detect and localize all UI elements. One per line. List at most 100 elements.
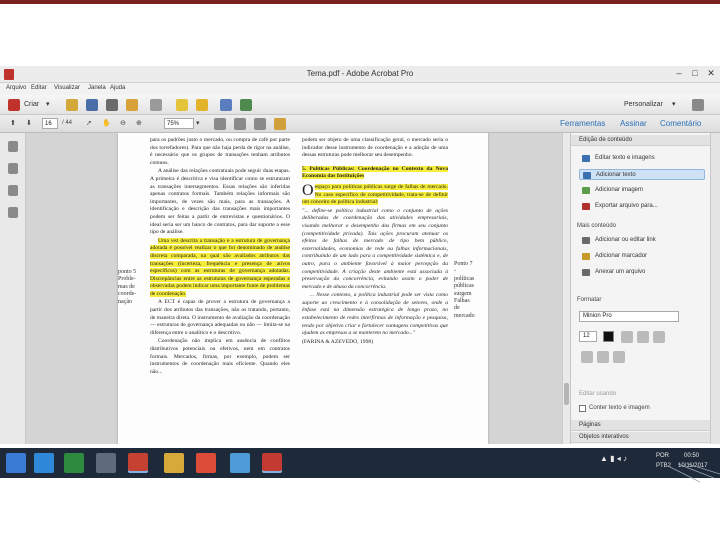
paragraph: A análise das relações contratuais pode … [150, 168, 290, 236]
save-icon[interactable] [86, 99, 98, 111]
media-player-icon[interactable] [96, 453, 116, 473]
bookmarks-icon[interactable] [8, 163, 18, 174]
sign-button[interactable]: Assinar [620, 119, 647, 128]
section-interactive-objects[interactable]: Objetos interativos [571, 432, 711, 443]
settings-icon[interactable] [126, 99, 138, 111]
zoom-out-icon[interactable]: ⊖ [120, 119, 126, 127]
section-content-editing[interactable]: Edição de conteúdo [571, 135, 711, 146]
close-button[interactable]: ✕ [704, 68, 718, 79]
sticky-note-icon[interactable] [274, 118, 286, 130]
align-left-icon[interactable] [621, 331, 633, 343]
menu-visualizar[interactable]: Visualizar [54, 85, 80, 91]
zoom-in-icon[interactable]: ⊕ [136, 119, 142, 127]
tools-button[interactable]: Ferramentas [560, 119, 605, 128]
align-right-icon[interactable] [653, 331, 665, 343]
highlighted-intro: espaço para políticas públicas surge de … [302, 183, 448, 206]
document-view[interactable]: para os padrões justo o mercado, ou comp… [26, 133, 562, 444]
constrain-label: Conter texto e imagem [589, 405, 650, 411]
hand-tool-icon[interactable]: ✋ [102, 119, 111, 127]
read-mode-icon[interactable] [254, 118, 266, 130]
highlighted-paragraph: Uma vez descrita a transação e a estrutu… [150, 237, 290, 297]
signatures-icon[interactable] [8, 207, 18, 218]
margin-note-right: Ponto 7 - políticas públicas surgem Falh… [454, 261, 488, 320]
clock-time[interactable]: 00:50 [684, 453, 699, 459]
add-image-tool[interactable]: Adicionar imagem [579, 185, 705, 196]
indent-icon[interactable] [613, 351, 625, 363]
menu-editar[interactable]: Editar [31, 85, 47, 91]
fit-page-icon[interactable] [214, 118, 226, 130]
customize-button[interactable]: Personalizar [624, 101, 663, 108]
tools-panel: Edição de conteúdo Editar texto e imagen… [570, 133, 720, 444]
export-icon[interactable] [240, 99, 252, 111]
document-scrollbar[interactable] [562, 133, 570, 444]
attach-file-tool[interactable]: Anexar um arquivo [579, 267, 705, 278]
section-pages[interactable]: Páginas [571, 420, 711, 431]
expand-icon[interactable] [692, 99, 704, 111]
chrome-icon[interactable] [196, 453, 216, 473]
paperclip-icon [582, 269, 590, 276]
input-language[interactable]: POR [656, 453, 669, 459]
share-icon[interactable] [220, 99, 232, 111]
align-center-icon[interactable] [637, 331, 649, 343]
margin-line: - [454, 268, 456, 275]
menu-janela[interactable]: Janela [88, 85, 106, 91]
paragraph: para os padrões justo o mercado, ou comp… [150, 137, 290, 166]
edit-text-images-tool[interactable]: Editar texto e imagens [579, 153, 705, 164]
paint-icon[interactable] [230, 453, 250, 473]
prev-page-icon[interactable]: ⬆ [10, 119, 16, 127]
scrollbar-thumb[interactable] [564, 383, 569, 405]
font-color-swatch[interactable] [603, 331, 614, 342]
internet-explorer-icon[interactable] [34, 453, 54, 473]
acrobat-taskbar-icon[interactable] [262, 453, 282, 473]
start-button-icon[interactable] [6, 453, 26, 473]
margin-line: Proble- [118, 276, 136, 283]
zoom-input[interactable]: 75% [164, 118, 194, 129]
menu-bar: Arquivo Editar Visualizar Janela Ajuda [0, 83, 720, 95]
paragraph: A ECT é capaz de prover a estrutura de g… [150, 299, 290, 336]
panel-scrollbar[interactable] [710, 133, 720, 444]
section-heading: 5. Políticas Públicas: Coordenação no Co… [302, 165, 448, 180]
next-page-icon[interactable]: ⬇ [26, 119, 32, 127]
margin-line: públicas [454, 283, 474, 290]
file-explorer-icon[interactable] [164, 453, 184, 473]
chevron-down-icon[interactable]: ▾ [46, 100, 50, 108]
add-bookmark-tool[interactable]: Adicionar marcador [579, 251, 705, 262]
margin-line: de [454, 305, 460, 312]
comment-icon[interactable] [176, 99, 188, 111]
font-size-select[interactable]: 12 [579, 331, 597, 342]
margin-line: mercado [454, 312, 475, 319]
create-icon[interactable] [8, 99, 20, 111]
paragraph: Coordenação não implica em ausência de c… [150, 338, 290, 375]
email-icon[interactable] [150, 99, 162, 111]
constrain-checkbox[interactable] [579, 405, 586, 412]
menu-arquivo[interactable]: Arquivo [6, 85, 26, 91]
page-number-input[interactable]: 16 [42, 118, 58, 129]
add-text-tool[interactable]: Adicionar texto [579, 169, 705, 180]
select-tool-icon[interactable]: ➚ [86, 119, 92, 127]
customize-chevron-icon[interactable]: ▾ [672, 100, 676, 108]
add-link-tool[interactable]: Adicionar ou editar link [579, 235, 705, 246]
zoom-chevron-icon[interactable]: ▾ [196, 119, 200, 127]
open-folder-icon[interactable] [66, 99, 78, 111]
font-select[interactable]: Minion Pro [579, 311, 679, 322]
margin-line: ponto 5 [118, 269, 137, 275]
print-icon[interactable] [106, 99, 118, 111]
attachments-icon[interactable] [8, 185, 18, 196]
tray-icons[interactable]: ▲ ▮ ◂ ♪ [600, 454, 627, 463]
numbered-list-icon[interactable] [597, 351, 609, 363]
menu-ajuda[interactable]: Ajuda [110, 85, 125, 91]
export-file-tool[interactable]: Exportar arquivo para... [579, 201, 705, 212]
highlight-icon[interactable] [196, 99, 208, 111]
fit-width-icon[interactable] [234, 118, 246, 130]
dropcap: O [302, 181, 314, 199]
title-bar: Tema.pdf - Adobe Acrobat Pro – □ ✕ [0, 66, 720, 83]
comment-button[interactable]: Comentário [660, 119, 701, 128]
powerpoint-icon[interactable] [128, 453, 148, 473]
minimize-button[interactable]: – [672, 68, 686, 78]
page-thumbnails-icon[interactable] [8, 141, 18, 152]
excel-icon[interactable] [64, 453, 84, 473]
create-button[interactable]: Criar [24, 101, 39, 108]
margin-line: mas de [118, 283, 135, 290]
maximize-button[interactable]: □ [688, 68, 702, 78]
bullet-list-icon[interactable] [581, 351, 593, 363]
